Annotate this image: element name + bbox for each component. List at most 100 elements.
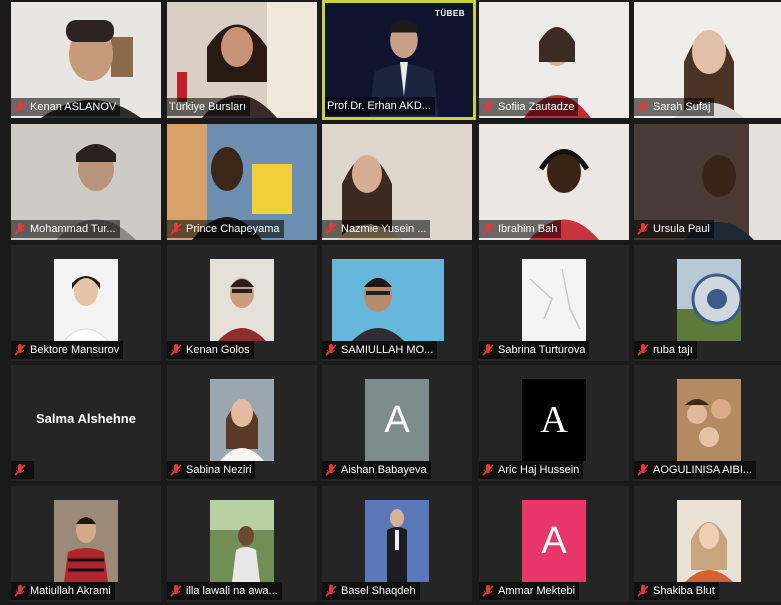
participant-name: Aishan Babayeva: [341, 464, 427, 476]
name-bar: Nazmie Yusein ...: [322, 220, 431, 238]
mic-muted-icon: [170, 344, 182, 356]
participant-tile[interactable]: Matiullah Akrami: [11, 486, 161, 602]
name-bar: AOGULINISA AIBI...: [634, 461, 757, 479]
name-bar: Aishan Babayeva: [322, 461, 431, 479]
participant-tile[interactable]: Sarah Sufaj: [634, 2, 781, 118]
mic-muted-icon: [637, 585, 649, 597]
participant-tile[interactable]: Nazmie Yusein ...: [322, 124, 472, 240]
mic-muted-icon: [170, 585, 182, 597]
participant-name: Mohammad Tur...: [30, 223, 116, 235]
mic-muted-icon: [325, 585, 337, 597]
participant-name: AOGULINISA AIBI...: [653, 464, 753, 476]
name-bar: [11, 461, 34, 479]
mic-muted-icon: [482, 223, 494, 235]
mic-muted-icon: [325, 344, 337, 356]
participant-tile[interactable]: Kenan Golos: [167, 245, 317, 361]
participant-display-name: Salma Alshehne: [36, 411, 136, 426]
participant-tile-active-speaker[interactable]: TÜBEB Prof.Dr. Erhan AKD...: [322, 0, 476, 120]
name-bar: ruba tajı: [634, 341, 697, 359]
name-bar: Sarah Sufaj: [634, 98, 715, 116]
participant-tile[interactable]: A Aishan Babayeva: [322, 365, 472, 481]
participant-name: Türkiye Bursları: [169, 101, 247, 113]
name-bar: Sabrina Turturova: [479, 341, 590, 359]
participant-tile[interactable]: Sofiia Zautadze: [479, 2, 629, 118]
participant-tile[interactable]: Bektore Mansurov: [11, 245, 161, 361]
participant-tile[interactable]: A Aric Haj Hussein: [479, 365, 629, 481]
participant-tile[interactable]: Sabrina Turturova: [479, 245, 629, 361]
mic-muted-icon: [325, 464, 337, 476]
participant-name: Prof.Dr. Erhan AKD...: [327, 100, 431, 112]
participant-tile[interactable]: A Ammar Mektebi: [479, 486, 629, 602]
participant-name: Aric Haj Hussein: [498, 464, 580, 476]
participant-tile[interactable]: ruba tajı: [634, 245, 781, 361]
mic-muted-icon: [482, 464, 494, 476]
profile-photo: [210, 500, 274, 582]
participant-name: Sarah Sufaj: [653, 101, 711, 113]
mic-muted-icon: [482, 101, 494, 113]
name-bar: Prof.Dr. Erhan AKD...: [325, 97, 435, 115]
participant-tile[interactable]: AOGULINISA AIBI...: [634, 365, 781, 481]
name-bar: Kenan ASLANOV: [11, 98, 121, 116]
participant-tile[interactable]: Salma Alshehne: [11, 365, 161, 481]
participant-tile[interactable]: Ibrahim Bah: [479, 124, 629, 240]
mic-muted-icon: [14, 223, 26, 235]
mic-muted-icon: [637, 344, 649, 356]
participant-tile[interactable]: Prince Chapeyama: [167, 124, 317, 240]
name-bar: Bektore Mansurov: [11, 341, 124, 359]
participant-tile[interactable]: Mohammad Tur...: [11, 124, 161, 240]
participant-name: Nazmie Yusein ...: [341, 223, 427, 235]
name-bar: Ursula Paul: [634, 220, 714, 238]
name-bar: Ibrahim Bah: [479, 220, 562, 238]
participant-tile[interactable]: Kenan ASLANOV: [11, 2, 161, 118]
mic-muted-icon: [482, 344, 494, 356]
profile-photo: [54, 259, 118, 341]
participant-name: Ursula Paul: [653, 223, 710, 235]
mic-muted-icon: [325, 223, 337, 235]
name-bar: Mohammad Tur...: [11, 220, 120, 238]
participant-tile[interactable]: SAMIULLAH MO...: [322, 245, 472, 361]
participant-grid: Kenan ASLANOV Türkiye Bursları TÜBEB Pro…: [0, 0, 781, 605]
participant-tile[interactable]: Türkiye Bursları: [167, 2, 317, 118]
participant-tile[interactable]: Shakiba Blut: [634, 486, 781, 602]
profile-photo: [677, 500, 741, 582]
participant-name: SAMIULLAH MO...: [341, 344, 434, 356]
participant-tile[interactable]: Ursula Paul: [634, 124, 781, 240]
mic-muted-icon: [482, 585, 494, 597]
mic-muted-icon: [14, 585, 26, 597]
participant-name: ruba tajı: [653, 344, 693, 356]
name-bar: illa lawali na awa...: [167, 582, 282, 600]
name-bar: Basel Shaqdeh: [322, 582, 420, 600]
profile-photo: [332, 259, 444, 341]
name-bar: Ammar Mektebi: [479, 582, 580, 600]
participant-tile[interactable]: illa lawali na awa...: [167, 486, 317, 602]
profile-photo: [210, 259, 274, 341]
mic-muted-icon: [170, 223, 182, 235]
name-bar: SAMIULLAH MO...: [322, 341, 438, 359]
participant-name: illa lawali na awa...: [186, 585, 278, 597]
participant-tile[interactable]: Sabina Neziri: [167, 365, 317, 481]
participant-name: Basel Shaqdeh: [341, 585, 416, 597]
mic-muted-icon: [14, 101, 26, 113]
participant-name: Sofiia Zautadze: [498, 101, 575, 113]
participant-name: Matiullah Akrami: [30, 585, 111, 597]
profile-photo: [677, 259, 741, 341]
mic-muted-icon: [637, 464, 649, 476]
profile-photo: [365, 500, 429, 582]
name-bar: Sabina Neziri: [167, 461, 256, 479]
mic-muted-icon: [14, 464, 26, 476]
participant-name: Bektore Mansurov: [30, 344, 120, 356]
participant-name: Ammar Mektebi: [498, 585, 576, 597]
name-bar: Matiullah Akrami: [11, 582, 115, 600]
name-bar: Türkiye Bursları: [167, 98, 251, 116]
name-bar: Kenan Golos: [167, 341, 254, 359]
participant-tile[interactable]: Basel Shaqdeh: [322, 486, 472, 602]
name-bar: Prince Chapeyama: [167, 220, 284, 238]
name-bar: Aric Haj Hussein: [479, 461, 584, 479]
mic-muted-icon: [637, 223, 649, 235]
profile-photo: [522, 259, 586, 341]
mic-muted-icon: [170, 464, 182, 476]
participant-name: Prince Chapeyama: [186, 223, 280, 235]
name-bar: Sofiia Zautadze: [479, 98, 579, 116]
initial-avatar: A: [365, 379, 429, 461]
profile-photo: [54, 500, 118, 582]
